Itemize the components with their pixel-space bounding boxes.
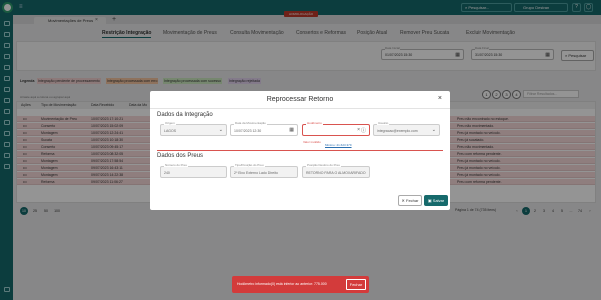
hodometer-error: Valor inválido: [303, 140, 321, 144]
clear-icon[interactable]: ×: [357, 127, 360, 133]
close-icon: ✕: [401, 198, 405, 203]
section-integracao: Dados da Integração: [157, 112, 213, 118]
modal-divider: [150, 108, 450, 109]
hodometer-field[interactable]: Hodômetro × ⓘ: [302, 122, 370, 136]
info-icon[interactable]: ⓘ: [361, 127, 366, 134]
close-icon[interactable]: ×: [438, 95, 442, 102]
save-button[interactable]: ▣ Salvar: [424, 195, 448, 206]
error-toast: Hodômetro informado(0) está inferior ao …: [232, 276, 369, 293]
user-field: Usuário integracao@exemplo.com ⌄: [373, 122, 440, 136]
origin-field: Origem LAGOS ⌄: [160, 122, 227, 136]
save-icon: ▣: [427, 198, 432, 203]
movement-date-field[interactable]: Data da Movimentação 10/07/2023 12:30 ▦: [230, 122, 298, 136]
chevron-down-icon: ⌄: [431, 127, 436, 133]
toast-close-button[interactable]: Fechar: [346, 279, 366, 290]
preu-destination-field: Posição Destino do Preu RETORNO PARA O A…: [302, 164, 370, 178]
reprocess-modal: Reprocessar Retorno × Dados da Integraçã…: [150, 91, 450, 210]
preu-number-field: Número do Preu 240: [160, 164, 227, 178]
hodometer-hint[interactable]: Mínimo: 21.623.379: [325, 143, 352, 147]
chevron-down-icon: ⌄: [218, 127, 223, 133]
calendar-icon[interactable]: ▦: [289, 127, 294, 133]
modal-title: Reprocessar Retorno: [266, 96, 334, 103]
preu-position-field: Tipo/Posição do Preu 2º Eixo Externo Lad…: [230, 164, 298, 178]
close-button[interactable]: ✕ Fechar: [398, 195, 422, 206]
error-underline: [157, 150, 443, 151]
section-preus: Dados dos Preus: [157, 153, 204, 159]
toast-message: Hodômetro informado(0) está inferior ao …: [237, 282, 327, 286]
